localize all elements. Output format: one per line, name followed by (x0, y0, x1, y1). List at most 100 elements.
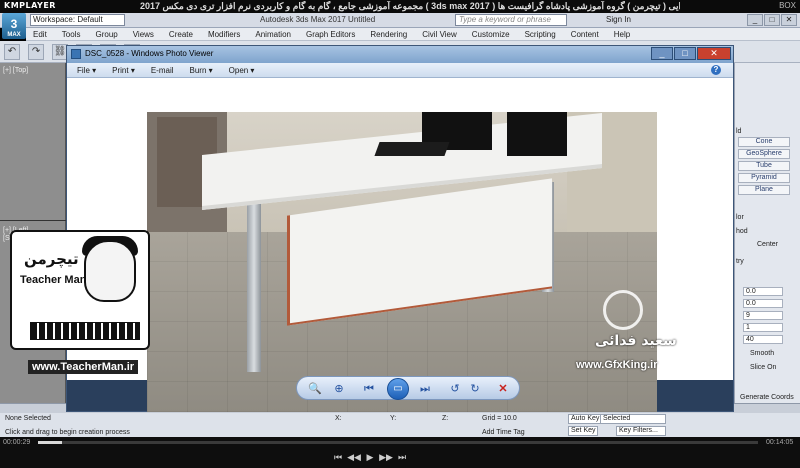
fast-forward-icon[interactable]: ▶▶ (378, 452, 394, 463)
previous-icon[interactable]: ⏮ (361, 381, 377, 397)
seek-bar-progress (38, 441, 63, 444)
spinner-5[interactable]: 40 (743, 335, 783, 344)
grid-readout: Grid = 10.0 (482, 415, 517, 422)
spinner-3[interactable]: 9 (743, 311, 783, 320)
photo-viewer-title-bar: DSC_0528 - Windows Photo Viewer _ □ ✕ (67, 46, 733, 63)
set-key-button[interactable]: Set Key (568, 426, 598, 436)
teacherman-face (84, 240, 136, 302)
pv-file-menu[interactable]: File ▾ (77, 63, 96, 78)
kmplayer-title-bar: KMPLAYER مجموعه آموزشی جامع ، گام به گام… (0, 0, 800, 13)
geosphere-button[interactable]: GeoSphere (738, 149, 790, 159)
spinner-4[interactable]: 1 (743, 323, 783, 332)
menu-views[interactable]: Views (133, 28, 154, 41)
photo-desk-leg-left (247, 202, 261, 372)
add-time-tag-button[interactable]: Add Time Tag (482, 429, 525, 436)
spinner-1[interactable]: 0.0 (743, 287, 783, 296)
center-radio[interactable]: Center (757, 241, 778, 248)
menu-tools[interactable]: Tools (62, 28, 81, 41)
pv-print-menu[interactable]: Print ▾ (112, 63, 135, 78)
play-icon[interactable]: ▶ (362, 452, 378, 463)
zoom-icon[interactable]: 🔍 (307, 381, 323, 397)
max-window-title: Autodesk 3ds Max 2017 Untitled (260, 15, 376, 24)
menu-create[interactable]: Create (169, 28, 193, 41)
elapsed-time: 00:00:29 (3, 439, 31, 446)
maximize-button[interactable]: □ (764, 14, 780, 26)
menu-customize[interactable]: Customize (472, 28, 510, 41)
redo-icon[interactable]: ↷ (28, 44, 45, 60)
plane-button[interactable]: Plane (738, 185, 790, 195)
max-window-controls: _ □ ✕ (746, 13, 798, 27)
status-bar: None Selected Click and drag to begin cr… (0, 413, 800, 437)
kmplayer-logo: KMPLAYER (4, 1, 56, 10)
viewport-divider (0, 220, 66, 221)
smooth-checkbox[interactable]: Smooth (750, 350, 774, 357)
pv-close-button[interactable]: ✕ (697, 47, 731, 60)
pyramid-button[interactable]: Pyramid (738, 173, 790, 183)
pv-burn-menu[interactable]: Burn ▾ (190, 63, 213, 78)
workspace-dropdown[interactable]: Workspace: Default (30, 14, 125, 26)
photo-viewer-title: DSC_0528 - Windows Photo Viewer (85, 49, 214, 58)
pv-maximize-button[interactable]: □ (674, 47, 696, 60)
menu-animation[interactable]: Animation (255, 28, 291, 41)
pv-minimize-button[interactable]: _ (651, 47, 673, 60)
auto-key-button[interactable]: Auto Key (568, 414, 602, 424)
spinner-2[interactable]: 0.0 (743, 299, 783, 308)
menu-modifiers[interactable]: Modifiers (208, 28, 240, 41)
tube-button[interactable]: Tube (738, 161, 790, 171)
help-icon[interactable]: ? (711, 65, 721, 75)
menu-help[interactable]: Help (614, 28, 630, 41)
skip-back-icon[interactable]: ⏮ (330, 452, 346, 463)
gfxking-logo-icon (603, 290, 643, 330)
key-filters-button[interactable]: Key Filters... (616, 426, 666, 436)
photo-viewer-window: DSC_0528 - Windows Photo Viewer _ □ ✕ File… (66, 45, 734, 412)
cp-label-color: lor (736, 214, 744, 221)
sign-in-button[interactable]: Sign In (606, 15, 631, 24)
teacherman-logo: تیچرمن Teacher Man (10, 230, 150, 350)
teacherman-name: Teacher Man (20, 274, 87, 286)
gfxking-persian-name: سعید فدائی (595, 333, 677, 349)
prompt-line: Click and drag to begin creation process (5, 429, 130, 436)
menu-group[interactable]: Group (95, 28, 117, 41)
total-time: 00:14:05 (766, 439, 794, 446)
kmplayer-box-button[interactable]: BOX (779, 1, 796, 10)
rotate-left-icon[interactable]: ↺ (447, 381, 463, 397)
next-icon[interactable]: ⏭ (417, 381, 433, 397)
cp-label-geometry: try (736, 258, 744, 265)
teacherman-url: www.TeacherMan.ir (28, 360, 139, 374)
skip-forward-icon[interactable]: ⏭ (394, 452, 410, 463)
slice-on-checkbox[interactable]: Slice On (750, 364, 776, 371)
photo-viewer-controls: 🔍 ⊕ ⏮ ▭ ⏭ ↺ ↻ ✕ (296, 376, 520, 400)
minimize-button[interactable]: _ (747, 14, 763, 26)
delete-icon[interactable]: ✕ (495, 381, 511, 397)
generate-coords-checkbox[interactable]: Generate Coords (740, 394, 794, 401)
playback-buttons: ⏮ ◀◀ ▶ ▶▶ ⏭ (330, 451, 470, 465)
menu-bar: Edit Tools Group Views Create Modifiers … (26, 28, 800, 41)
menu-edit[interactable]: Edit (33, 28, 47, 41)
slideshow-button[interactable]: ▭ (387, 378, 409, 400)
y-label: Y: (390, 415, 397, 422)
close-button[interactable]: ✕ (781, 14, 797, 26)
selected-dropdown[interactable]: Selected (600, 414, 666, 424)
menu-scripting[interactable]: Scripting (525, 28, 556, 41)
menu-content[interactable]: Content (571, 28, 599, 41)
rotate-right-icon[interactable]: ↻ (467, 381, 483, 397)
photo-viewer-window-controls: _ □ ✕ (650, 47, 731, 61)
undo-icon[interactable]: ↶ (4, 44, 20, 60)
teacherman-keyboard-icon (30, 322, 140, 340)
photo-keyboard (374, 142, 450, 156)
viewport-label-top[interactable]: [+] [Top] (3, 67, 28, 74)
photo-viewer-app-icon (71, 49, 81, 59)
seek-bar[interactable] (38, 441, 758, 444)
x-label: X: (335, 415, 342, 422)
menu-graph-editors[interactable]: Graph Editors (306, 28, 355, 41)
pv-open-menu[interactable]: Open ▾ (229, 63, 255, 78)
actual-size-icon[interactable]: ⊕ (331, 381, 347, 397)
cone-button[interactable]: Cone (738, 137, 790, 147)
pv-email-menu[interactable]: E-mail (151, 63, 174, 78)
menu-rendering[interactable]: Rendering (370, 28, 407, 41)
teacherman-persian-text: تیچرمن (24, 250, 79, 268)
search-input[interactable]: Type a keyword or phrase (455, 14, 567, 26)
menu-civil-view[interactable]: Civil View (422, 28, 457, 41)
rewind-icon[interactable]: ◀◀ (346, 452, 362, 463)
max-app-button[interactable]: 3 MAX (2, 13, 26, 39)
